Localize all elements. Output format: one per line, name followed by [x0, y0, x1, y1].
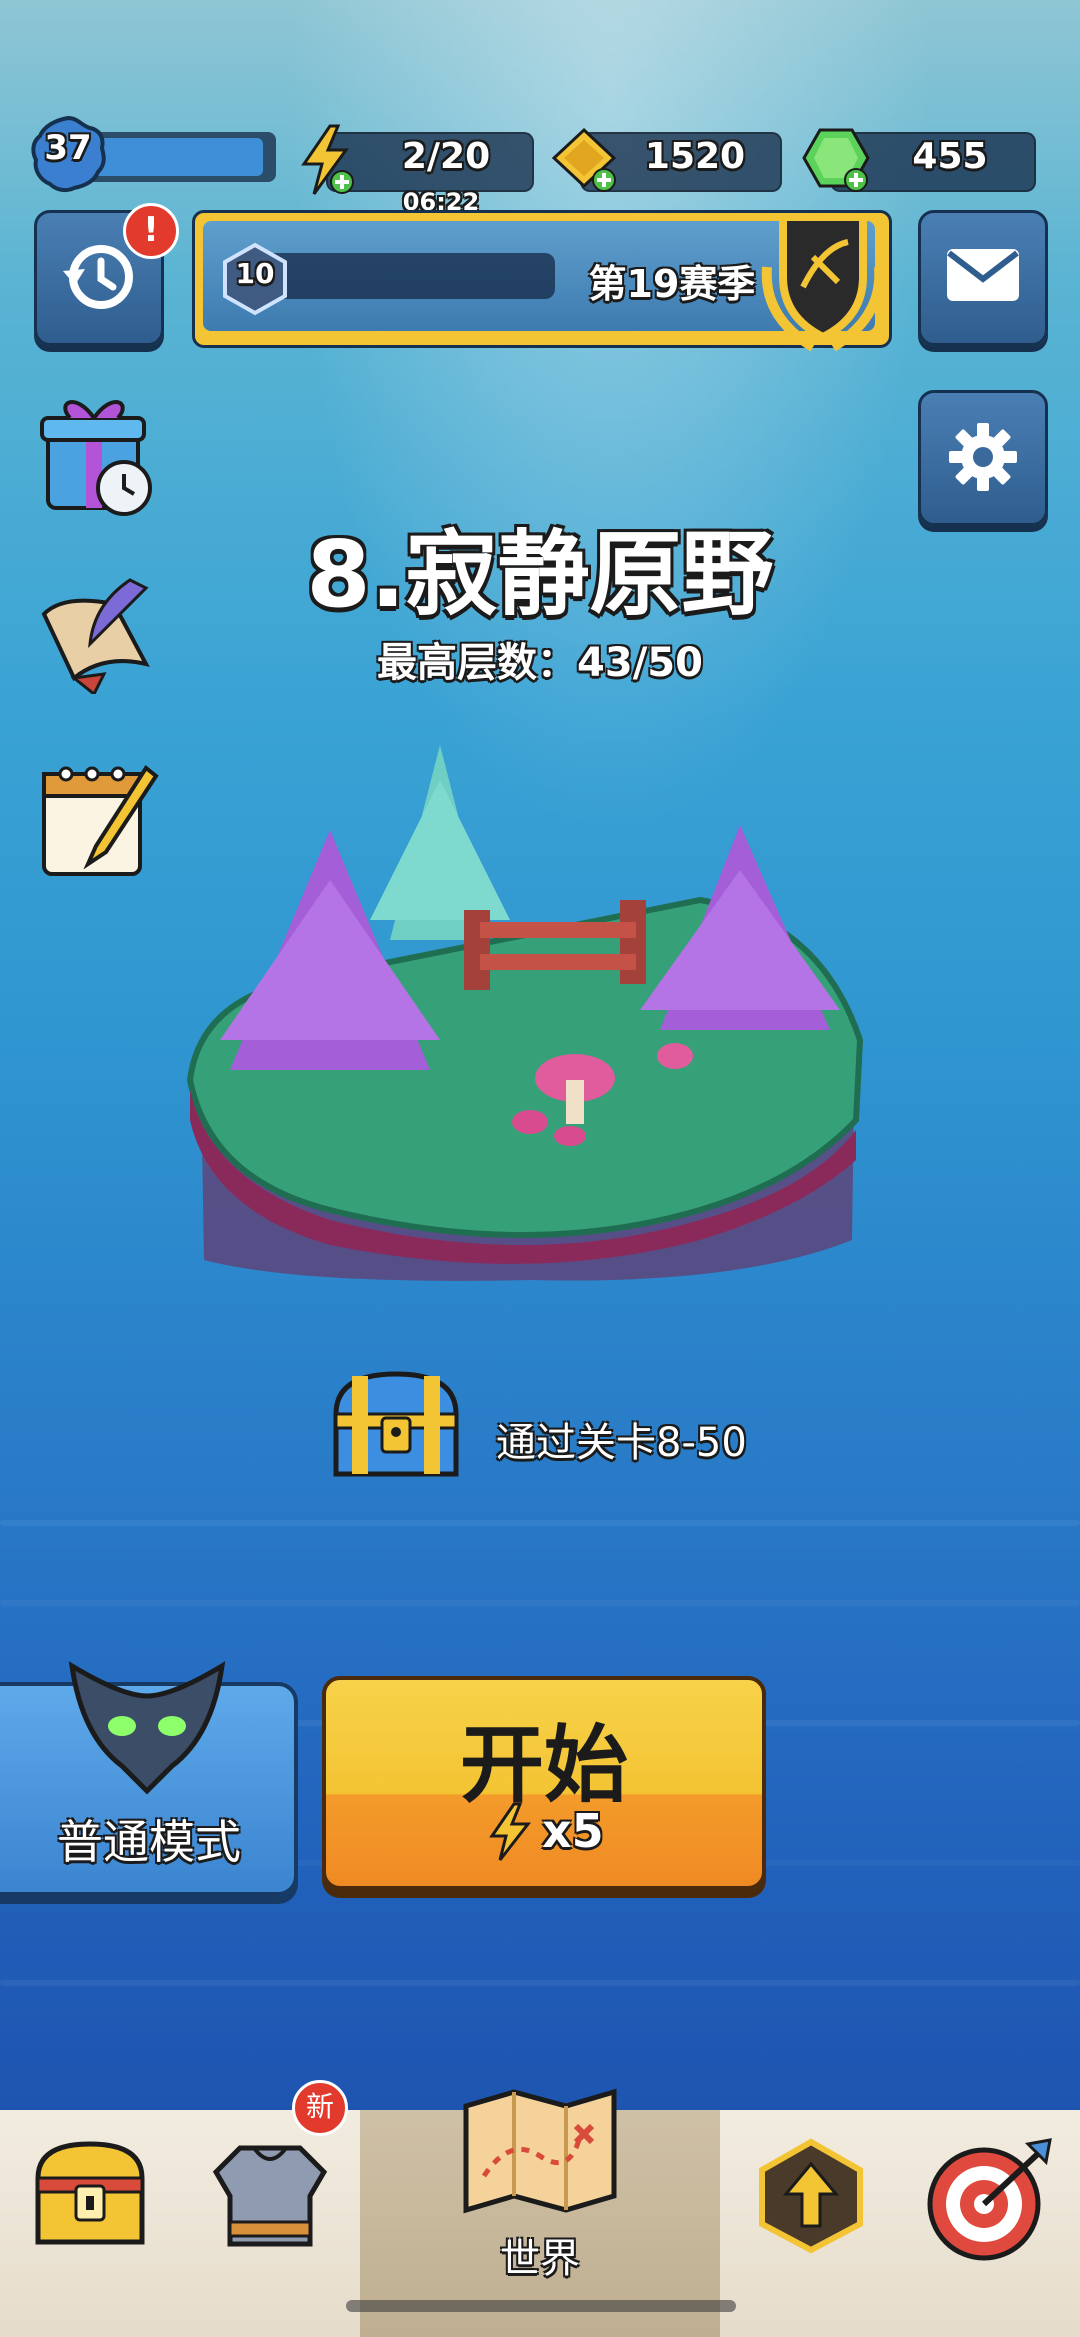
target-icon [927, 2138, 1052, 2261]
player-level: 37 [44, 128, 92, 168]
nav-tab-upgrade[interactable] [720, 2110, 902, 2337]
home-indicator [346, 2300, 736, 2312]
gems-value: 455 [912, 136, 988, 177]
energy-counter[interactable]: 2/20 06:22 [296, 124, 536, 216]
mail-button[interactable] [918, 210, 1048, 346]
stage-island-image[interactable] [180, 740, 880, 1300]
history-alert-badge: ! [123, 203, 179, 259]
demon-mask-icon [68, 1661, 226, 1795]
season-progress-track [255, 253, 555, 299]
chest-icon [35, 2141, 145, 2245]
nav-world-label: 世界 [500, 2236, 580, 2282]
start-button[interactable]: 开始 x5 [322, 1676, 766, 1890]
calendar-pencil-icon[interactable] [36, 754, 160, 884]
reward-chest-icon[interactable] [326, 1364, 466, 1494]
history-button[interactable]: ! [34, 203, 179, 346]
nav-tab-chest[interactable] [0, 2110, 182, 2337]
season-banner[interactable]: 10 第19赛季 [192, 210, 892, 352]
water-ripple [0, 1520, 1080, 1526]
player-level-bar[interactable]: 37 [30, 115, 280, 193]
mail-envelope-icon [947, 249, 1019, 301]
season-level: 10 [235, 257, 275, 290]
stage-title: 8.寂静原野 [306, 521, 774, 628]
world-map-icon [463, 2088, 617, 2214]
energy-value: 2/20 [401, 136, 491, 177]
season-label: 第19赛季 [588, 262, 756, 306]
xp-fill [84, 138, 263, 176]
gold-coin-icon [551, 127, 617, 192]
gold-counter[interactable]: 1520 [550, 127, 782, 192]
gem-icon [802, 128, 870, 192]
new-badge: 新 [292, 2080, 348, 2136]
energy-cost-icon [489, 1802, 532, 1861]
reward-condition: 通过关卡8-50 [496, 1420, 747, 1466]
stage-best-floor: 最高层数：43/50 [377, 640, 703, 686]
armor-icon [212, 2145, 328, 2247]
season-shield-icon [761, 213, 885, 352]
nav-tab-archery[interactable] [900, 2110, 1080, 2337]
upgrade-arrow-icon [759, 2138, 863, 2254]
start-label: 开始 [459, 1716, 628, 1814]
lightning-icon [301, 124, 354, 195]
start-cost: x5 [542, 1804, 604, 1858]
gems-counter[interactable]: 455 [800, 128, 1036, 192]
gear-icon [949, 423, 1017, 491]
history-clock-icon [63, 245, 133, 309]
gold-value: 1520 [644, 136, 746, 177]
water-ripple [0, 1600, 1080, 1606]
water-ripple [0, 1980, 1080, 1986]
mode-label: 普通模式 [57, 1815, 241, 1869]
mode-button[interactable]: 普通模式 [0, 1661, 298, 1896]
nav-tab-equipment[interactable]: 新 [180, 2080, 362, 2337]
